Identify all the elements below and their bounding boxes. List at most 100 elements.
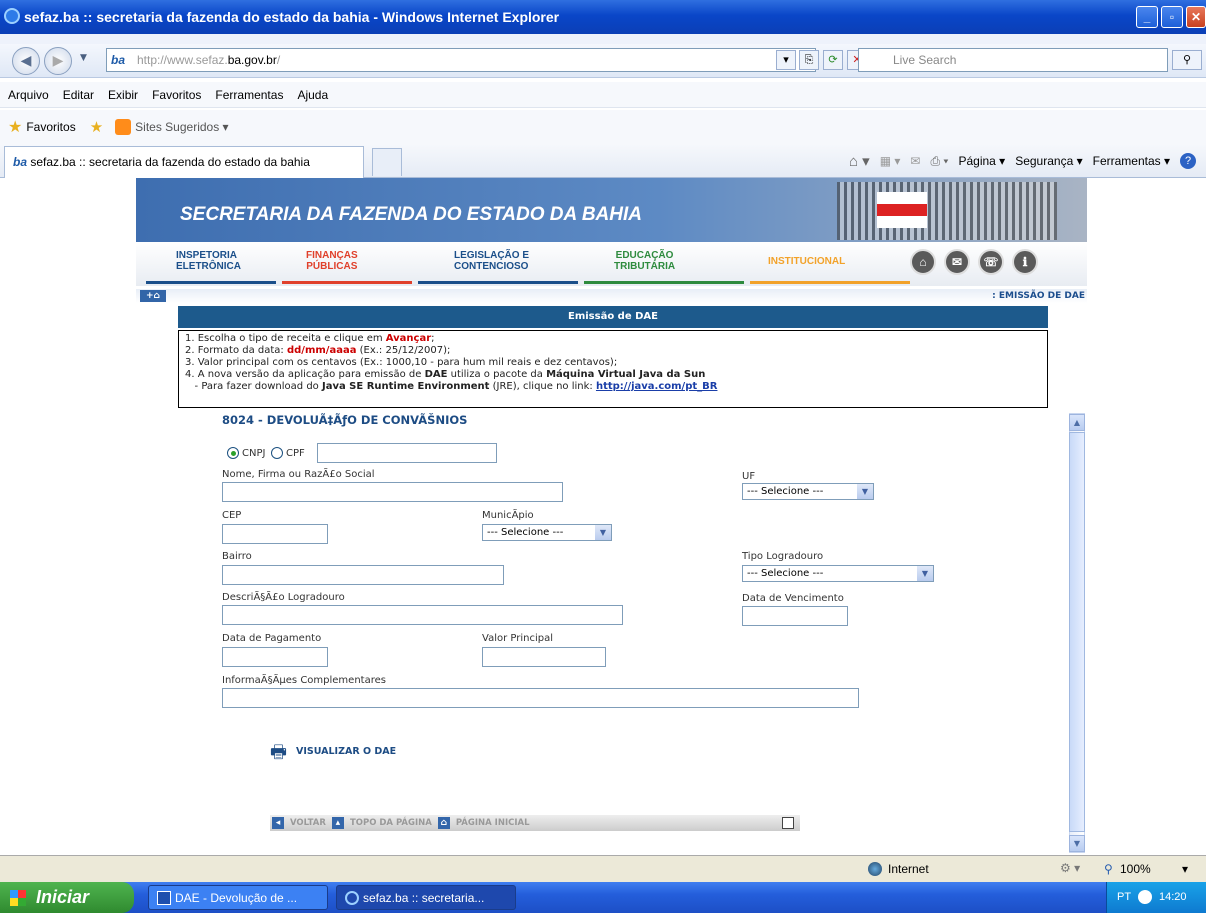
descricao-input[interactable] bbox=[222, 605, 623, 625]
nav-legislacao[interactable]: LEGISLAÇÃO E CONTENCIOSO bbox=[454, 250, 529, 272]
site-home-icon[interactable]: ⌂ bbox=[910, 249, 936, 275]
tipo-logradouro-select[interactable]: --- Selecione --- ▼ bbox=[742, 565, 934, 582]
vencimento-input[interactable] bbox=[742, 606, 848, 626]
java-download-link[interactable]: http://java.com/pt_BR bbox=[596, 381, 718, 392]
visualizar-button[interactable]: VISUALIZAR O DAE bbox=[296, 746, 396, 757]
home-icon[interactable]: ⌂ ▾ bbox=[849, 152, 870, 170]
up-arrow-icon[interactable]: ▴ bbox=[331, 817, 344, 829]
help-icon[interactable]: ? bbox=[1180, 153, 1196, 169]
url-input[interactable]: ba http://www.sefaz.ba.gov.br/ bbox=[106, 48, 816, 72]
building-image bbox=[837, 182, 1057, 240]
mail-icon[interactable]: ✉ bbox=[910, 154, 920, 168]
uf-label: UF bbox=[742, 471, 756, 482]
address-bar: ◀ ▶ ▼ ba http://www.sefaz.ba.gov.br/ ▾ ⎘… bbox=[0, 44, 1206, 78]
zoom-dropdown-icon[interactable]: ▾ bbox=[1182, 862, 1188, 876]
feeds-icon[interactable]: ▦ ▾ bbox=[880, 154, 901, 168]
scroll-up-button[interactable]: ▲ bbox=[1069, 414, 1085, 431]
page-menu[interactable]: Página ▾ bbox=[958, 154, 1005, 168]
search-input[interactable]: Live Search bbox=[858, 48, 1168, 72]
site-phone-icon[interactable]: ☏ bbox=[978, 249, 1004, 275]
protected-mode-icon[interactable]: ⚙ ▾ bbox=[1060, 861, 1080, 875]
back-arrow-icon[interactable]: ◂ bbox=[272, 817, 284, 829]
close-button[interactable]: ✕ bbox=[1186, 6, 1206, 28]
cep-input[interactable] bbox=[222, 524, 328, 544]
info-input[interactable] bbox=[222, 688, 859, 708]
windows-logo-icon bbox=[10, 890, 26, 906]
scroll-down-button[interactable]: ▼ bbox=[1069, 835, 1085, 852]
pagina-inicial-link[interactable]: PÁGINA INICIAL bbox=[456, 818, 530, 828]
municipio-select[interactable]: --- Selecione --- ▼ bbox=[482, 524, 612, 541]
favorites-button[interactable]: Favoritos bbox=[26, 120, 75, 134]
word-doc-icon bbox=[157, 891, 171, 905]
history-dropdown-icon[interactable]: ▼ bbox=[80, 53, 87, 63]
voltar-link[interactable]: VOLTAR bbox=[290, 818, 326, 828]
site-favicon-icon: ba bbox=[111, 53, 126, 67]
cpf-radio[interactable] bbox=[271, 447, 283, 459]
refresh-icon[interactable]: ⟳ bbox=[823, 50, 843, 70]
scrollbar-thumb[interactable] bbox=[1069, 432, 1085, 832]
bahia-flag-image bbox=[877, 192, 927, 228]
suggested-sites-button[interactable]: Sites Sugeridos ▾ bbox=[135, 120, 228, 134]
valor-input[interactable] bbox=[482, 647, 606, 667]
ie-taskbar-icon bbox=[345, 891, 359, 905]
search-icon[interactable]: ⚲ bbox=[1172, 50, 1202, 70]
nav-financas[interactable]: FINANÇAS PÚBLICAS bbox=[306, 250, 358, 272]
nome-label: Nome, Firma ou RazÃ£o Social bbox=[222, 469, 375, 480]
start-button[interactable]: Iniciar bbox=[0, 882, 134, 913]
forward-button[interactable]: ▶ bbox=[44, 47, 72, 75]
nav-institucional[interactable]: INSTITUCIONAL bbox=[768, 256, 845, 267]
menu-arquivo[interactable]: Arquivo bbox=[8, 88, 49, 102]
chevron-down-icon: ▼ bbox=[857, 484, 873, 499]
favorites-bar: ★ Favoritos ★ Sites Sugeridos ▾ bbox=[0, 110, 1206, 144]
window-title-bar[interactable]: sefaz.ba :: secretaria da fazenda do est… bbox=[0, 0, 1206, 34]
uf-select[interactable]: --- Selecione --- ▼ bbox=[742, 483, 874, 500]
menu-exibir[interactable]: Exibir bbox=[108, 88, 138, 102]
menu-editar[interactable]: Editar bbox=[63, 88, 94, 102]
status-bar: Internet ⚙ ▾ ⚲ 100% ▾ bbox=[0, 855, 1206, 882]
nav-inspetoria[interactable]: INSPETORIA ELETRÔNICA bbox=[176, 250, 241, 272]
breadcrumb-home-icon[interactable]: +⌂ bbox=[140, 290, 166, 302]
tipo-logradouro-label: Tipo Logradouro bbox=[742, 551, 824, 562]
site-info-icon[interactable]: ℹ bbox=[1012, 249, 1038, 275]
bairro-input[interactable] bbox=[222, 565, 504, 585]
security-menu[interactable]: Segurança ▾ bbox=[1015, 154, 1082, 168]
cnpj-label: CNPJ bbox=[242, 448, 266, 459]
compatibility-icon[interactable]: ⎘ bbox=[799, 50, 819, 70]
site-mail-icon[interactable]: ✉ bbox=[944, 249, 970, 275]
minimize-button[interactable]: _ bbox=[1136, 6, 1158, 28]
maximize-button[interactable]: ▫ bbox=[1161, 6, 1183, 28]
tray-arrow-icon[interactable] bbox=[1137, 890, 1152, 905]
back-button[interactable]: ◀ bbox=[12, 47, 40, 75]
home-icon[interactable]: ⌂ bbox=[437, 817, 450, 829]
zoom-level[interactable]: 100% bbox=[1120, 862, 1151, 876]
menu-ajuda[interactable]: Ajuda bbox=[297, 88, 328, 102]
print-small-icon[interactable] bbox=[782, 817, 794, 829]
print-icon[interactable]: ⎙ ▾ bbox=[930, 154, 948, 169]
suggested-sites-icon bbox=[115, 119, 132, 135]
globe-icon bbox=[868, 862, 882, 876]
task-sefaz[interactable]: sefaz.ba :: secretaria... bbox=[336, 885, 516, 910]
menu-bar: Arquivo Editar Exibir Favoritos Ferramen… bbox=[0, 82, 1206, 108]
tab-sefaz[interactable]: ba sefaz.ba :: secretaria da fazenda do … bbox=[4, 146, 364, 178]
language-indicator[interactable]: PT bbox=[1117, 891, 1131, 903]
nome-input[interactable] bbox=[222, 482, 563, 502]
cnpj-radio[interactable] bbox=[227, 447, 239, 459]
add-favorite-icon[interactable]: ★ bbox=[90, 118, 103, 136]
new-tab-button[interactable] bbox=[372, 148, 402, 176]
zone-label: Internet bbox=[888, 862, 929, 876]
menu-ferramentas[interactable]: Ferramentas bbox=[215, 88, 283, 102]
nav-educacao[interactable]: EDUCAÇÃO TRIBUTÁRIA bbox=[614, 250, 675, 272]
menu-favoritos[interactable]: Favoritos bbox=[152, 88, 201, 102]
pagamento-label: Data de Pagamento bbox=[222, 633, 322, 644]
topo-link[interactable]: TOPO DA PÁGINA bbox=[350, 818, 432, 828]
site-banner: SECRETARIA DA FAZENDA DO ESTADO DA BAHIA bbox=[136, 178, 1087, 242]
window-title: sefaz.ba :: secretaria da fazenda do est… bbox=[24, 9, 560, 25]
task-dae[interactable]: DAE - Devolução de ... bbox=[148, 885, 328, 910]
url-dropdown-button[interactable]: ▾ bbox=[776, 50, 796, 70]
footer-nav: ◂ VOLTAR ▴ TOPO DA PÁGINA ⌂ PÁGINA INICI… bbox=[270, 815, 800, 831]
valor-label: Valor Principal bbox=[482, 633, 553, 644]
pagamento-input[interactable] bbox=[222, 647, 328, 667]
document-input[interactable] bbox=[317, 443, 497, 463]
tools-menu[interactable]: Ferramentas ▾ bbox=[1093, 154, 1170, 168]
printer-icon[interactable]: 🖶 bbox=[270, 740, 287, 770]
